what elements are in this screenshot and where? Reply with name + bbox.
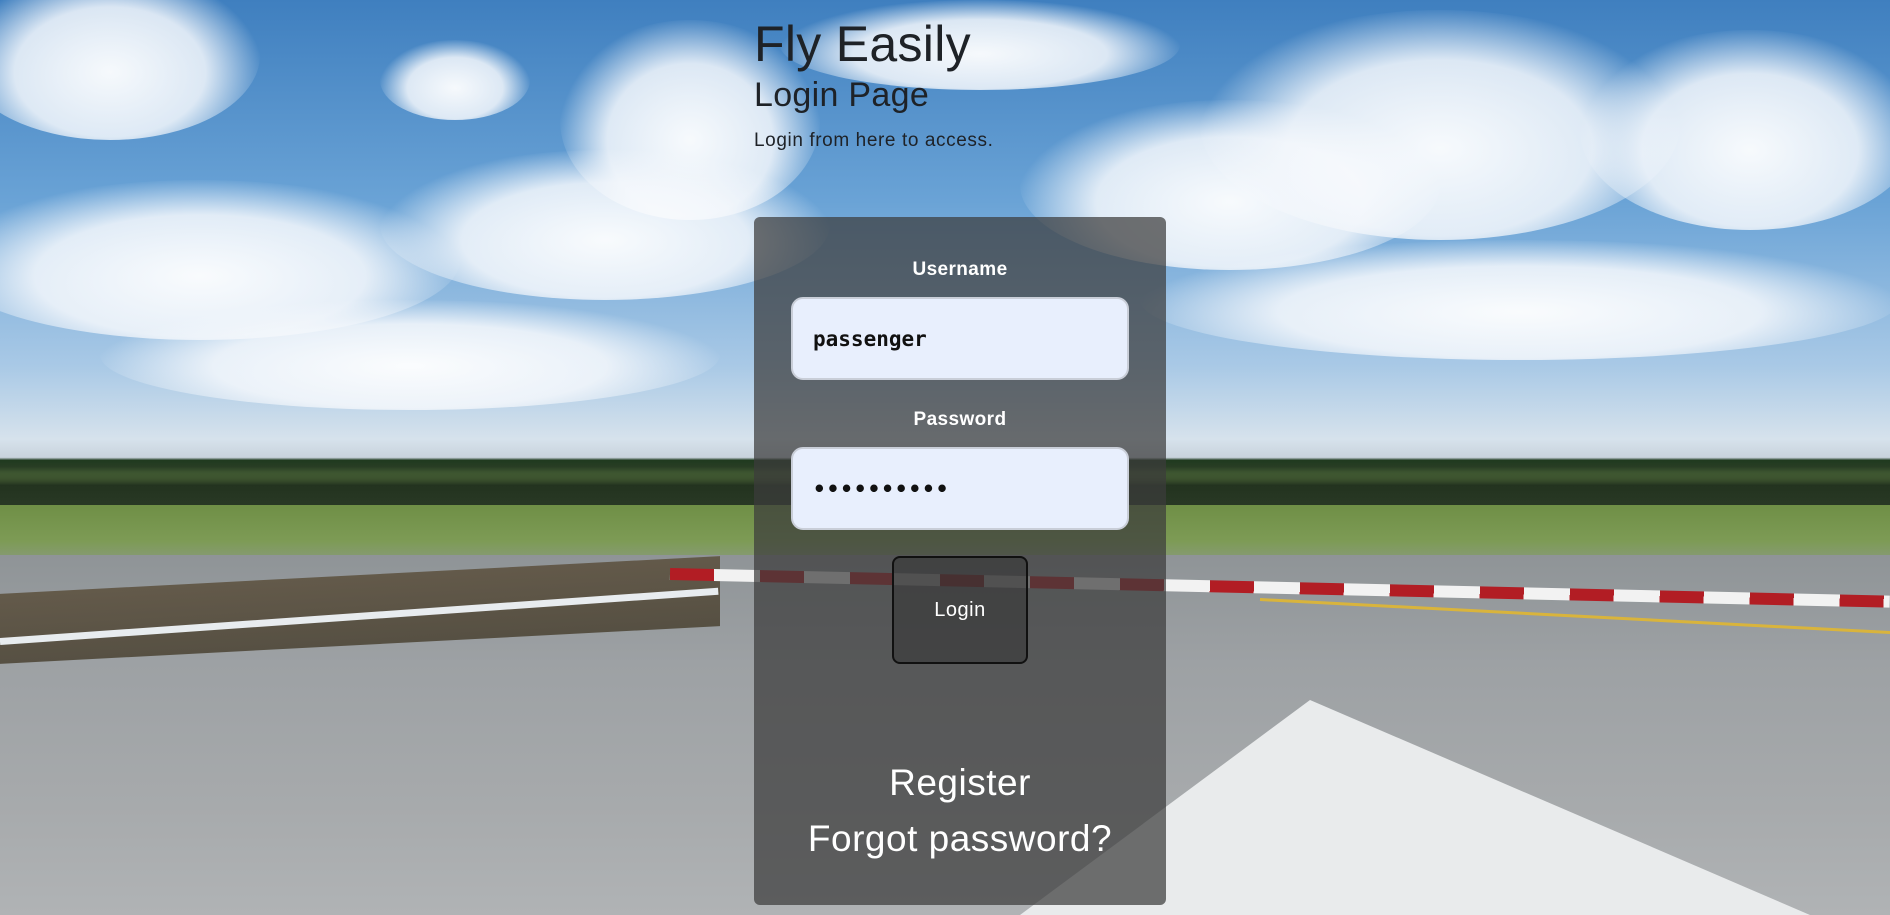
background-airport-image: Fly Easily Login Page Login from here to… (0, 0, 1890, 915)
register-link[interactable]: Register (754, 762, 1166, 804)
page-title: Login Page (754, 76, 930, 114)
password-label: Password (913, 409, 1007, 430)
login-card: Username Password Login Register Forgot … (754, 217, 1166, 905)
app-title: Fly Easily (754, 16, 971, 72)
forgot-password-link[interactable]: Forgot password? (754, 818, 1166, 860)
page-header: Fly Easily Login Page Login from here to… (754, 14, 1254, 152)
password-field[interactable] (791, 447, 1129, 530)
login-button[interactable]: Login (892, 556, 1028, 664)
username-label: Username (912, 259, 1008, 280)
cloud (1140, 240, 1890, 360)
username-field[interactable] (791, 297, 1129, 380)
page-subtitle: Login from here to access. (754, 130, 994, 151)
cloud (1580, 30, 1890, 230)
cloud (380, 40, 530, 120)
cloud (0, 0, 260, 140)
cloud (100, 300, 720, 410)
